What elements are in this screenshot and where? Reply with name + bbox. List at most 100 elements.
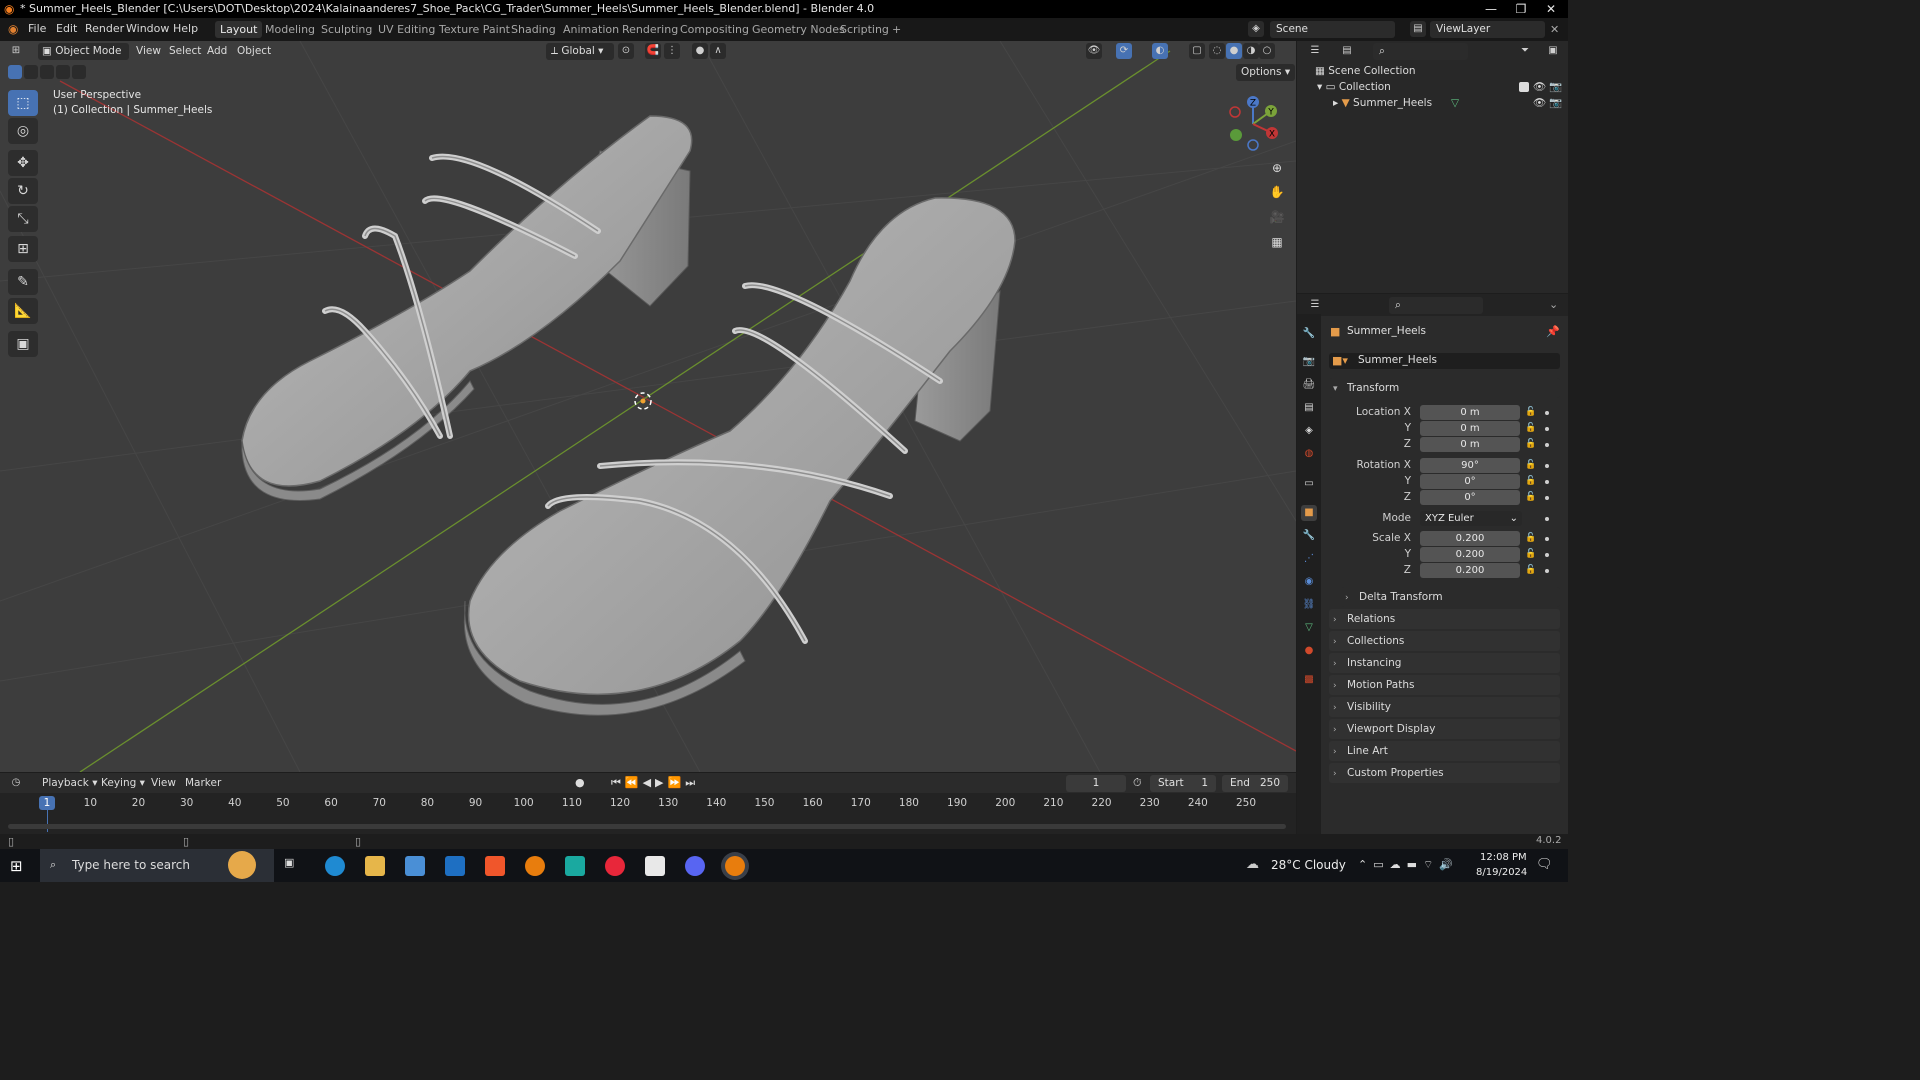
keyframe-dot[interactable] xyxy=(1545,569,1549,573)
clock-date[interactable]: 8/19/2024 xyxy=(1476,867,1527,878)
select-subtract-icon[interactable] xyxy=(40,65,54,79)
data-tab-icon[interactable]: ▽ xyxy=(1301,620,1317,636)
collection-visibility-icon[interactable]: 👁 xyxy=(1533,79,1546,95)
viewport-menu-add[interactable]: Add xyxy=(202,43,232,60)
object-tab-icon[interactable]: ■ xyxy=(1301,505,1317,521)
select-box-tool[interactable]: ⬚ xyxy=(8,90,38,116)
object-browse-icon[interactable]: ■▾ xyxy=(1332,354,1348,367)
weather-text[interactable]: 28°C Cloudy xyxy=(1271,858,1346,872)
modifier-tab-icon[interactable]: 🔧 xyxy=(1301,528,1317,544)
overlay-toggle-icon[interactable]: ◐ xyxy=(1152,43,1168,59)
lock-icon[interactable]: 🔓 xyxy=(1525,460,1536,470)
collection-checkbox[interactable] xyxy=(1519,82,1529,92)
outliner-search-input[interactable]: ⌕ xyxy=(1373,43,1468,60)
object-visibility-icon[interactable]: 👁 xyxy=(1533,95,1546,111)
line-art-panel[interactable]: › Line Art xyxy=(1329,741,1560,761)
annotate-tool[interactable]: ✎ xyxy=(8,269,38,295)
menu-render[interactable]: Render xyxy=(85,22,124,35)
particles-tab-icon[interactable]: ⋰ xyxy=(1301,551,1317,567)
render-tab-icon[interactable]: 📷 xyxy=(1301,354,1317,370)
mail-icon[interactable] xyxy=(445,856,465,876)
snap-icon[interactable]: 🧲 xyxy=(645,43,661,59)
falloff-icon[interactable]: ∧ xyxy=(710,43,726,59)
solid-shading-icon[interactable]: ● xyxy=(1226,43,1242,59)
measure-tool[interactable]: 📐 xyxy=(8,298,38,324)
world-tab-icon[interactable]: ◍ xyxy=(1301,446,1317,462)
location-z-field[interactable]: 0 m xyxy=(1420,437,1520,452)
timeline-menu-keying[interactable]: Keying ▾ xyxy=(96,775,150,792)
outliner-editor-icon[interactable]: ☰ xyxy=(1307,43,1323,59)
material-tab-icon[interactable]: ● xyxy=(1301,643,1317,659)
transform-orientation-dropdown[interactable]: ⟂ Global ▾ xyxy=(546,43,614,60)
taskbar-search-box[interactable]: ⌕ Type here to search xyxy=(40,849,274,882)
tab-rendering[interactable]: Rendering xyxy=(617,21,683,38)
clock-time[interactable]: 12:08 PM xyxy=(1480,852,1527,863)
view-layer-icon[interactable]: ▤ xyxy=(1410,21,1426,37)
keyframe-dot[interactable] xyxy=(1545,411,1549,415)
tab-compositing[interactable]: Compositing xyxy=(675,21,754,38)
notification-icon[interactable]: 🗨 xyxy=(1536,857,1553,872)
edge-icon[interactable] xyxy=(325,856,345,876)
select-invert-icon[interactable] xyxy=(56,65,70,79)
brave-icon[interactable] xyxy=(485,856,505,876)
properties-editor-icon[interactable]: ☰ xyxy=(1307,297,1323,313)
close-button[interactable]: ✕ xyxy=(1536,0,1566,18)
material-shading-icon[interactable]: ◑ xyxy=(1243,43,1259,59)
timeline-menu-playback[interactable]: Playback ▾ xyxy=(37,775,102,792)
location-y-field[interactable]: 0 m xyxy=(1420,421,1520,436)
zbrush-icon[interactable] xyxy=(645,856,665,876)
viewport-menu-object[interactable]: Object xyxy=(232,43,276,60)
display-mode-icon[interactable]: ▤ xyxy=(1339,43,1355,59)
pan-button[interactable]: ✋ xyxy=(1266,181,1288,203)
new-collection-icon[interactable]: ▣ xyxy=(1545,43,1561,59)
menu-edit[interactable]: Edit xyxy=(56,22,77,35)
rotation-mode-dropdown[interactable]: XYZ Euler ⌄ xyxy=(1420,511,1522,526)
timeline-scrollbar[interactable] xyxy=(8,824,1286,829)
custom-properties-panel[interactable]: › Custom Properties xyxy=(1329,763,1560,783)
timeline-editor-icon[interactable]: ◷ xyxy=(8,775,24,791)
lock-icon[interactable]: 🔓 xyxy=(1525,565,1536,575)
select-extend-icon[interactable] xyxy=(24,65,38,79)
menu-window[interactable]: Window xyxy=(126,22,169,35)
zoom-button[interactable]: ⊕ xyxy=(1266,157,1288,179)
3d-viewport[interactable]: Z Y X User Perspective (1) Collection | … xyxy=(0,41,1296,772)
playback-controls[interactable]: ⏮⏪◀▶⏩⏭ xyxy=(611,776,699,790)
tab-animation[interactable]: Animation xyxy=(558,21,624,38)
collections-panel[interactable]: › Collections xyxy=(1329,631,1560,651)
delta-transform-panel[interactable]: › Delta Transform xyxy=(1341,587,1560,607)
collection-render-icon[interactable]: 📷 xyxy=(1549,79,1562,95)
keyframe-dot[interactable] xyxy=(1545,537,1549,541)
scene-tab-icon[interactable]: ◈ xyxy=(1301,423,1317,439)
restore-button[interactable]: ❐ xyxy=(1506,0,1536,18)
current-frame-field[interactable]: 1 xyxy=(1066,775,1126,792)
weather-icon[interactable]: ☁ xyxy=(1246,857,1259,872)
outliner-collection[interactable]: ▾ ▭ Collection 👁 📷 xyxy=(1317,79,1565,95)
timeline-menu-marker[interactable]: Marker xyxy=(180,775,226,792)
discord-icon[interactable] xyxy=(685,856,705,876)
collection-tab-icon[interactable]: ▭ xyxy=(1301,476,1317,492)
pin-icon[interactable]: 📌 xyxy=(1546,325,1560,338)
lock-icon[interactable]: 🔓 xyxy=(1525,476,1536,486)
camera-view-button[interactable]: 🎥 xyxy=(1266,206,1288,228)
view-layer-tab-icon[interactable]: ▤ xyxy=(1301,400,1317,416)
output-tab-icon[interactable]: 🖨 xyxy=(1301,377,1317,393)
tray-icons[interactable]: ⌃▭☁▬⌔🔊 xyxy=(1358,858,1459,872)
selection-mode-buttons[interactable] xyxy=(8,65,86,79)
keyframe-dot[interactable] xyxy=(1545,480,1549,484)
visibility-filter-icon[interactable]: 👁 xyxy=(1086,43,1102,59)
xray-icon[interactable]: ▢ xyxy=(1189,43,1205,59)
instancing-panel[interactable]: › Instancing xyxy=(1329,653,1560,673)
tab-scripting[interactable]: Scripting xyxy=(835,21,894,38)
timeline-menu-view[interactable]: View xyxy=(146,775,181,792)
scene-name-field[interactable]: Scene xyxy=(1270,21,1395,38)
tab-modeling[interactable]: Modeling xyxy=(260,21,320,38)
transform-tool[interactable]: ⊞ xyxy=(8,236,38,262)
3d-cursor-icon[interactable] xyxy=(634,392,652,410)
outliner-object[interactable]: ▸ ▼ Summer_Heels ▽ 👁 📷 xyxy=(1333,95,1565,111)
menu-file[interactable]: File xyxy=(28,22,46,35)
store-icon[interactable] xyxy=(405,856,425,876)
keyframe-dot[interactable] xyxy=(1545,464,1549,468)
preview-range-icon[interactable]: ⏱ xyxy=(1133,776,1142,790)
keyframe-dot[interactable] xyxy=(1545,517,1549,521)
wireframe-shading-icon[interactable]: ◌ xyxy=(1209,43,1225,59)
